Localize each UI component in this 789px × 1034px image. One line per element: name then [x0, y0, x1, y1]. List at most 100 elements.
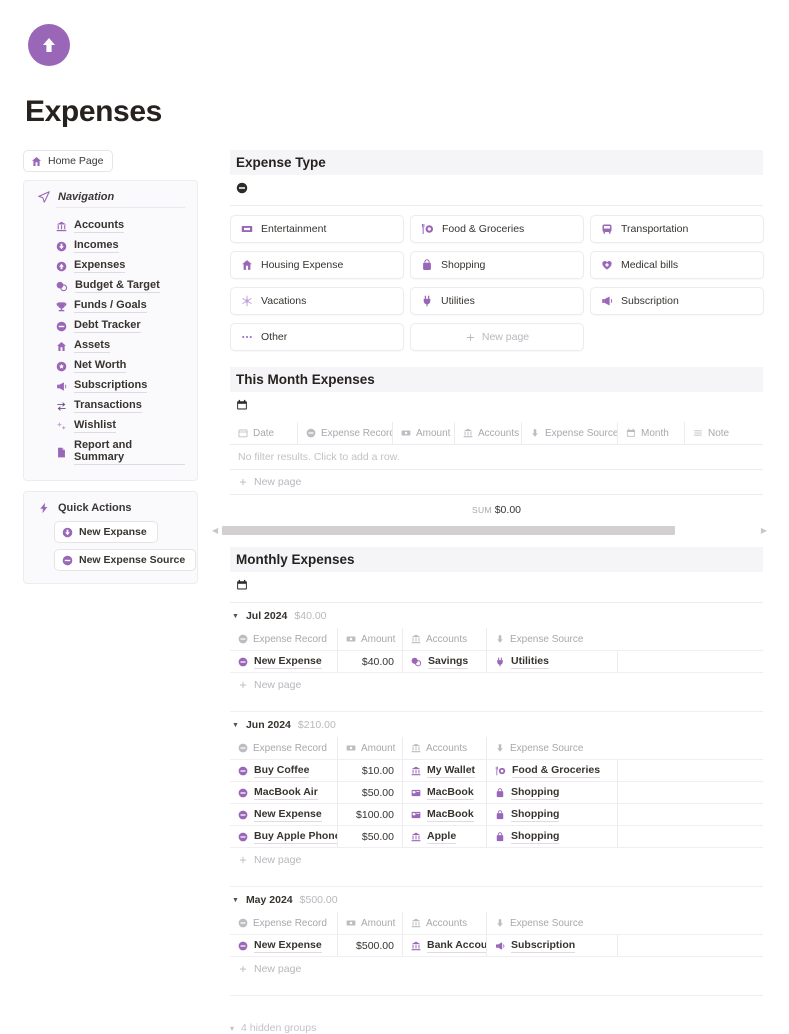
- cell-expense-record[interactable]: New Expense: [230, 804, 338, 825]
- table-row[interactable]: MacBook Air $50.00 MacBook Shopping: [230, 782, 763, 804]
- column-header-expense-source[interactable]: Expense Source: [487, 912, 618, 934]
- column-header-accounts[interactable]: Accounts: [403, 912, 487, 934]
- cell-amount[interactable]: $50.00: [338, 826, 403, 847]
- cell-accounts[interactable]: MacBook: [403, 782, 487, 803]
- expense-type-new-page-button[interactable]: New page: [410, 323, 584, 351]
- expense-type-card-medical-bills[interactable]: Medical bills: [590, 251, 764, 279]
- column-header-month[interactable]: Month: [618, 422, 685, 444]
- cell-amount[interactable]: $50.00: [338, 782, 403, 803]
- table-row[interactable]: New Expense $100.00 MacBook Shopping: [230, 804, 763, 826]
- scroll-right-arrow-icon[interactable]: ▶: [761, 526, 767, 535]
- calendar-icon[interactable]: [236, 579, 248, 591]
- group-new-page-button[interactable]: New page: [230, 957, 763, 981]
- column-header-date[interactable]: Date: [230, 422, 298, 444]
- cell-expense-record[interactable]: Buy Coffee: [230, 760, 338, 781]
- column-header-expense-source[interactable]: Expense Source: [487, 737, 618, 759]
- column-header-amount[interactable]: Amount: [338, 628, 403, 650]
- column-header-expense-source[interactable]: Expense Source: [522, 422, 618, 444]
- sidebar-item-debt-tracker[interactable]: Debt Tracker: [56, 316, 185, 336]
- group-header[interactable]: ▼ May 2024 $500.00: [230, 887, 763, 912]
- cell-amount[interactable]: $10.00: [338, 760, 403, 781]
- sidebar-item-transactions[interactable]: Transactions: [56, 396, 185, 416]
- column-header-expense-source[interactable]: Expense Source: [487, 628, 618, 650]
- cell-expense-record[interactable]: New Expense: [230, 651, 338, 672]
- group-new-page-button[interactable]: New page: [230, 848, 763, 872]
- cell-empty[interactable]: [618, 804, 763, 825]
- new-expense-button[interactable]: New Expanse: [54, 521, 158, 543]
- cell-amount[interactable]: $100.00: [338, 804, 403, 825]
- cell-accounts[interactable]: My Wallet: [403, 760, 487, 781]
- caret-down-icon[interactable]: ▼: [232, 897, 239, 904]
- column-header-note[interactable]: Note: [685, 422, 763, 444]
- cell-expense-record[interactable]: Buy Apple Phone: [230, 826, 338, 847]
- minus-circle-icon: [306, 428, 316, 438]
- expense-type-card-housing-expense[interactable]: Housing Expense: [230, 251, 404, 279]
- column-header-amount[interactable]: Amount: [338, 737, 403, 759]
- column-header-expense-record[interactable]: Expense Record: [298, 422, 393, 444]
- sidebar-item-wishlist[interactable]: Wishlist: [56, 416, 185, 436]
- cell-empty[interactable]: [618, 760, 763, 781]
- sidebar-item-funds-goals[interactable]: Funds / Goals: [56, 296, 185, 316]
- expense-type-card-transportation[interactable]: Transportation: [590, 215, 764, 243]
- expense-type-card-shopping[interactable]: Shopping: [410, 251, 584, 279]
- sidebar-item-subscriptions[interactable]: Subscriptions: [56, 376, 185, 396]
- cell-amount[interactable]: $40.00: [338, 651, 403, 672]
- column-header-accounts[interactable]: Accounts: [403, 737, 487, 759]
- cell-accounts[interactable]: Apple: [403, 826, 487, 847]
- cell-expense-source[interactable]: Subscription: [487, 935, 618, 956]
- cell-empty[interactable]: [618, 826, 763, 847]
- table-row[interactable]: Buy Apple Phone $50.00 Apple Shopping: [230, 826, 763, 848]
- expense-type-card-utilities[interactable]: Utilities: [410, 287, 584, 315]
- column-header-expense-record[interactable]: Expense Record: [230, 912, 338, 934]
- home-page-button[interactable]: Home Page: [23, 150, 114, 172]
- cell-expense-source[interactable]: Shopping: [487, 782, 618, 803]
- table-row[interactable]: New Expense $40.00 Savings Utilities: [230, 650, 763, 673]
- group-header[interactable]: ▼ Jul 2024 $40.00: [230, 603, 763, 628]
- cell-expense-source[interactable]: Shopping: [487, 804, 618, 825]
- table-row[interactable]: New Expense $500.00 Bank Account Subscri…: [230, 934, 763, 957]
- cell-expense-record[interactable]: MacBook Air: [230, 782, 338, 803]
- sidebar-item-budget-target[interactable]: Budget & Target: [56, 276, 185, 296]
- caret-down-icon[interactable]: ▼: [232, 613, 239, 620]
- horizontal-scrollbar[interactable]: ◀ ▶: [212, 526, 767, 535]
- column-header-amount[interactable]: Amount: [393, 422, 455, 444]
- cell-empty[interactable]: [618, 935, 763, 956]
- sidebar-item-incomes[interactable]: Incomes: [56, 236, 185, 256]
- minus-circle-icon[interactable]: [236, 182, 248, 194]
- cell-expense-source[interactable]: Food & Groceries: [487, 760, 618, 781]
- expense-type-card-entertainment[interactable]: Entertainment: [230, 215, 404, 243]
- cell-empty[interactable]: [618, 651, 763, 672]
- expense-type-card-other[interactable]: Other: [230, 323, 404, 351]
- sidebar-item-accounts[interactable]: Accounts: [56, 216, 185, 236]
- cell-empty[interactable]: [618, 782, 763, 803]
- expense-type-card-subscription[interactable]: Subscription: [590, 287, 764, 315]
- expense-type-card-food-groceries[interactable]: Food & Groceries: [410, 215, 584, 243]
- cell-accounts[interactable]: MacBook: [403, 804, 487, 825]
- sidebar-item-assets[interactable]: Assets: [56, 336, 185, 356]
- table-row[interactable]: Buy Coffee $10.00 My Wallet Food & Groce…: [230, 759, 763, 782]
- group-header[interactable]: ▼ Jun 2024 $210.00: [230, 712, 763, 737]
- table-empty-state[interactable]: No filter results. Click to add a row.: [230, 445, 763, 470]
- column-header-expense-record[interactable]: Expense Record: [230, 737, 338, 759]
- scrollbar-thumb[interactable]: [222, 526, 676, 535]
- cell-accounts[interactable]: Bank Account: [403, 935, 487, 956]
- column-header-accounts[interactable]: Accounts: [455, 422, 522, 444]
- new-expense-source-button[interactable]: New Expense Source: [54, 549, 197, 571]
- column-header-accounts[interactable]: Accounts: [403, 628, 487, 650]
- sidebar-item-net-worth[interactable]: Net Worth: [56, 356, 185, 376]
- scroll-left-arrow-icon[interactable]: ◀: [212, 526, 218, 535]
- column-header-amount[interactable]: Amount: [338, 912, 403, 934]
- this-month-new-page-button[interactable]: New page: [230, 470, 763, 495]
- sidebar-item-report-and-summary[interactable]: Report and Summary: [56, 436, 185, 468]
- cell-expense-source[interactable]: Utilities: [487, 651, 618, 672]
- calendar-icon[interactable]: [236, 399, 248, 411]
- cell-amount[interactable]: $500.00: [338, 935, 403, 956]
- sidebar-item-expenses[interactable]: Expenses: [56, 256, 185, 276]
- cell-expense-source[interactable]: Shopping: [487, 826, 618, 847]
- column-header-expense-record[interactable]: Expense Record: [230, 628, 338, 650]
- cell-expense-record[interactable]: New Expense: [230, 935, 338, 956]
- cell-accounts[interactable]: Savings: [403, 651, 487, 672]
- expense-type-card-vacations[interactable]: Vacations: [230, 287, 404, 315]
- group-new-page-button[interactable]: New page: [230, 673, 763, 697]
- caret-down-icon[interactable]: ▼: [232, 722, 239, 729]
